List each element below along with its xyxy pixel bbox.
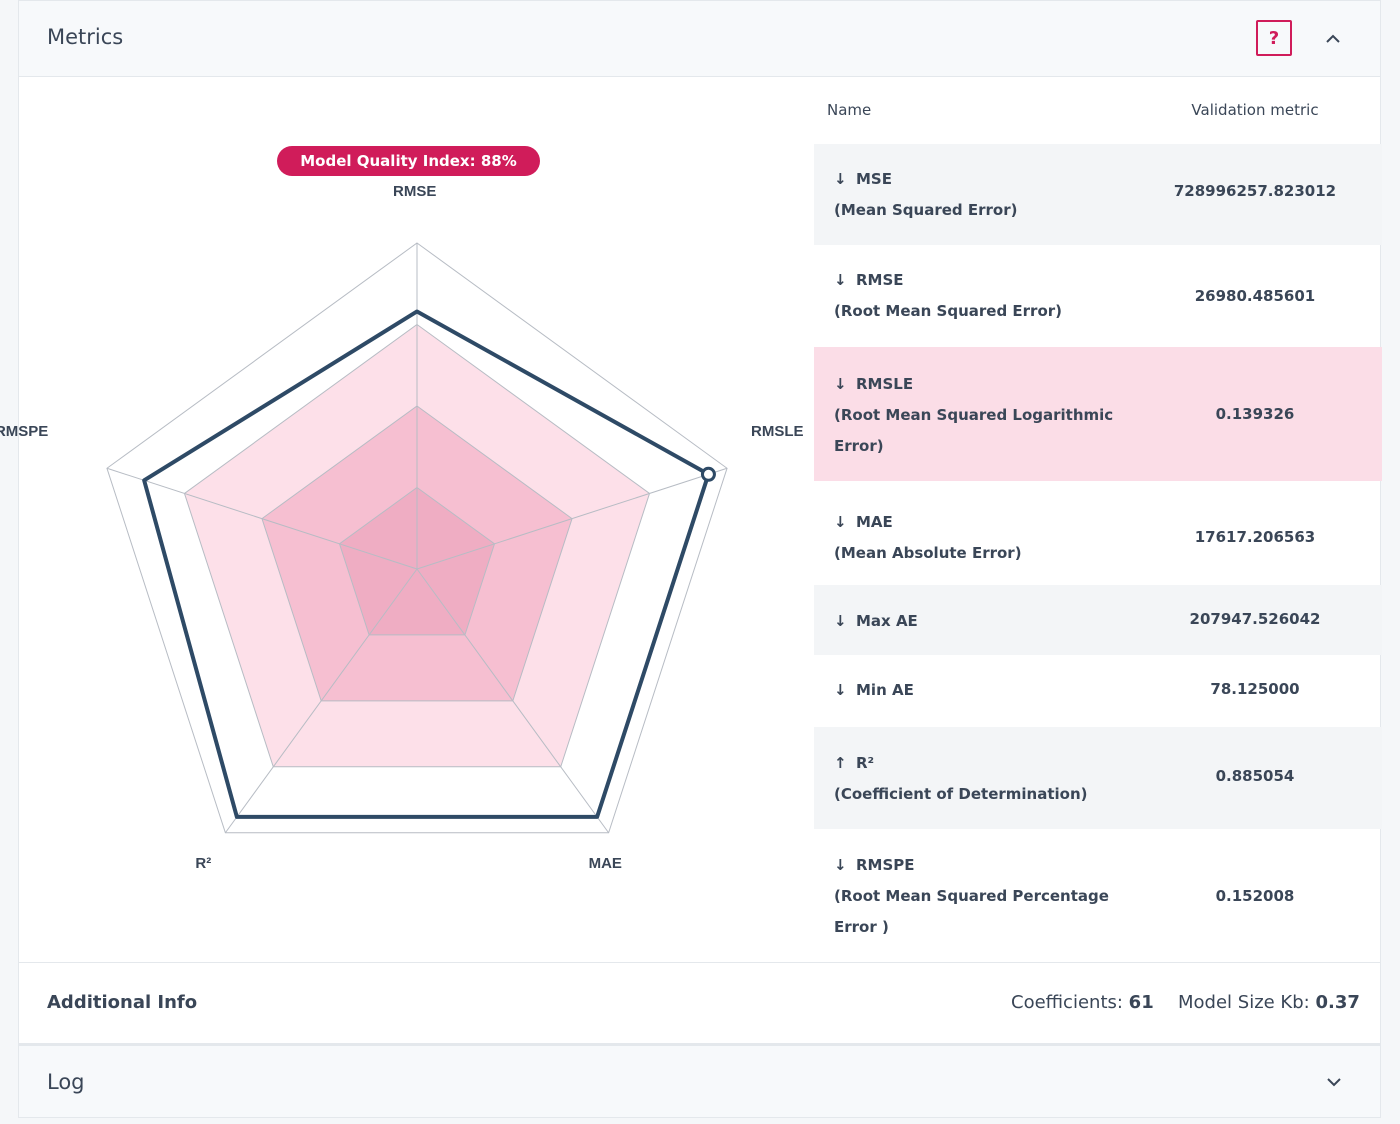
metric-name: ↓ RMSE (Root Mean Squared Error) — [834, 265, 1124, 327]
metric-value: 0.152008 — [1215, 887, 1295, 905]
additional-info-bar: Additional Info Coefficients: 61 Model S… — [19, 962, 1380, 1044]
name-column-header: Name — [827, 101, 872, 119]
metric-value: 207947.526042 — [1189, 610, 1321, 628]
arrow-up-icon: ↑ — [834, 754, 847, 772]
metric-description: (Coefficient of Determination) — [834, 785, 1088, 803]
metric-row-r: ↑ R² (Coefficient of Determination) 0.88505… — [814, 727, 1382, 829]
metric-name: ↓ Max AE — [834, 606, 1124, 637]
chevron-up-icon — [1326, 34, 1340, 43]
metric-value: 17617.206563 — [1194, 528, 1316, 546]
metrics-title: Metrics — [47, 25, 124, 49]
metric-name: ↓ RMSLE (Root Mean Squared Logarithmic Err… — [834, 369, 1124, 462]
coefficients-stat: Coefficients: 61 — [1011, 992, 1154, 1013]
metric-label: RMSPE — [856, 856, 915, 874]
metric-value: 26980.485601 — [1194, 287, 1316, 305]
metric-label: RMSE — [856, 271, 904, 289]
arrow-down-icon: ↓ — [834, 375, 847, 393]
metric-value: 0.139326 — [1215, 405, 1295, 423]
coefficients-value: 61 — [1128, 992, 1154, 1013]
expand-button[interactable] — [1322, 1068, 1346, 1096]
metric-row-rmspe: ↓ RMSPE (Root Mean Squared Percentage Erro… — [814, 829, 1382, 962]
radar-chart-area: Model Quality Index: 88% RMSE RMSLE MAE R² R… — [0, 77, 814, 962]
arrow-down-icon: ↓ — [834, 856, 847, 874]
metric-label: MAE — [856, 513, 893, 531]
metric-description: (Root Mean Squared Logarithmic Error) — [834, 406, 1114, 455]
collapse-button[interactable] — [1321, 25, 1345, 53]
metric-row-mae: ↓ MAE (Mean Absolute Error) 17617.206563 — [814, 481, 1382, 585]
metric-description: (Root Mean Squared Error) — [834, 302, 1063, 320]
radar-point-1 — [700, 466, 716, 482]
coefficients-label: Coefficients: — [1011, 992, 1123, 1013]
axis-label-2: MAE — [588, 854, 622, 872]
arrow-down-icon: ↓ — [834, 271, 847, 289]
axis-label-0: RMSE — [393, 183, 437, 200]
axis-label-3: R² — [195, 854, 212, 872]
metric-name: ↓ MSE (Mean Squared Error) — [834, 164, 1124, 226]
metrics-card: Metrics ? Model Quality Index: 88% RMSE R… — [0, 0, 1382, 1044]
axis-label-4: RMSPE — [0, 423, 49, 441]
metrics-header[interactable]: Metrics ? — [19, 1, 1380, 77]
arrow-down-icon: ↓ — [834, 612, 847, 630]
metric-label: R² — [856, 754, 875, 772]
help-button[interactable]: ? — [1256, 20, 1292, 56]
metric-name: ↓ RMSPE (Root Mean Squared Percentage Erro… — [834, 850, 1124, 943]
metric-label: MSE — [856, 170, 892, 188]
metric-row-max-ae: ↓ Max AE 207947.526042 — [814, 585, 1382, 655]
question-icon: ? — [1268, 27, 1280, 49]
additional-info-title: Additional Info — [47, 992, 198, 1013]
value-column-header: Validation metric — [1191, 101, 1319, 119]
metric-row-min-ae: ↓ Min AE 78.125000 — [814, 655, 1382, 727]
metric-name: ↓ Min AE — [834, 675, 1124, 706]
metric-description: (Mean Squared Error) — [834, 201, 1018, 219]
metric-value: 0.885054 — [1215, 767, 1295, 785]
model-size-label: Model Size Kb: — [1178, 992, 1310, 1013]
metric-row-rmse: ↓ RMSE (Root Mean Squared Error) 26980.4856… — [814, 245, 1382, 347]
model-size-stat: Model Size Kb: 0.37 — [1178, 992, 1360, 1013]
chevron-down-icon — [1327, 1078, 1341, 1087]
metric-row-mse: ↓ MSE (Mean Squared Error) 728996257.823012 — [814, 144, 1382, 245]
metric-name: ↓ MAE (Mean Absolute Error) — [834, 507, 1124, 569]
log-panel-header[interactable]: Log — [18, 1044, 1381, 1118]
metric-value: 728996257.823012 — [1173, 182, 1337, 200]
metrics-table: Name Validation metric ↓ MSE (Mean Squared… — [814, 77, 1382, 962]
arrow-down-icon: ↓ — [834, 170, 847, 188]
log-title: Log — [47, 1070, 85, 1094]
model-size-value: 0.37 — [1315, 992, 1360, 1013]
metric-value: 78.125000 — [1210, 680, 1300, 698]
metric-description: (Root Mean Squared Percentage Error ) — [834, 887, 1109, 936]
metric-label: Min AE — [856, 681, 914, 699]
metric-label: RMSLE — [856, 375, 914, 393]
radar-chart — [106, 242, 728, 834]
metric-description: (Mean Absolute Error) — [834, 544, 1022, 562]
metric-label: Max AE — [856, 612, 918, 630]
metric-name: ↑ R² (Coefficient of Determination) — [834, 748, 1124, 810]
axis-label-1: RMSLE — [751, 423, 804, 441]
metric-row-rmsle: ↓ RMSLE (Root Mean Squared Logarithmic Err… — [814, 347, 1382, 481]
arrow-down-icon: ↓ — [834, 513, 847, 531]
arrow-down-icon: ↓ — [834, 681, 847, 699]
